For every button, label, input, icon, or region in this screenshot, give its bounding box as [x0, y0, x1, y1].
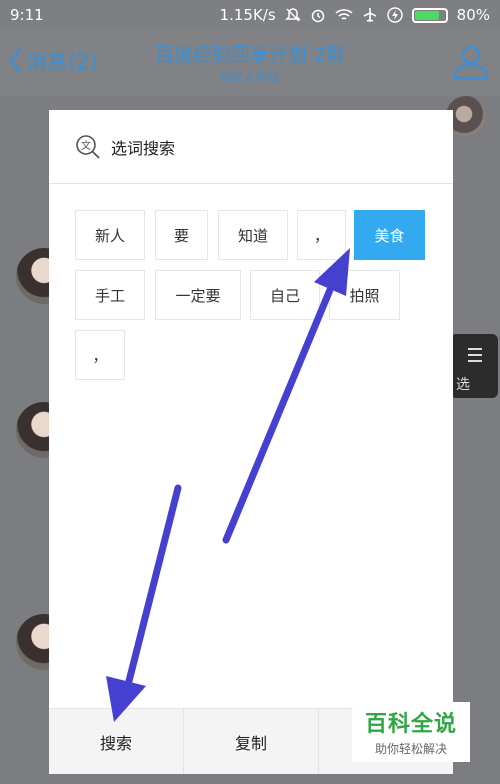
- airplane-icon: [363, 8, 377, 22]
- mute-icon: [284, 8, 301, 22]
- word-token[interactable]: 拍照: [329, 270, 400, 320]
- copy-button[interactable]: 复制: [184, 709, 319, 774]
- dialog-title: 选词搜索: [111, 138, 176, 158]
- alarm-icon: [311, 9, 324, 23]
- online-count: 692人在线: [220, 70, 280, 84]
- word-token[interactable]: ，: [75, 330, 125, 380]
- word-token[interactable]: 知道: [218, 210, 288, 260]
- watermark-logo: 百科全说 助你轻松解决: [352, 702, 470, 762]
- charging-icon: [386, 7, 403, 23]
- chat-title: 百度经验回享计划-2群: [155, 44, 345, 66]
- word-token[interactable]: ，: [297, 210, 346, 260]
- chat-header: 消息(2) 百度经验回享计划-2群 692人在线: [0, 30, 500, 96]
- word-search-dialog: 文 选词搜索 新人 要 知道 ， 美食 手工 一定要 自己 拍照 ， 搜索 复制: [49, 110, 453, 774]
- battery-icon: [411, 7, 448, 23]
- status-icons: 1.15K/s 80%: [220, 6, 490, 24]
- word-token[interactable]: 新人: [75, 210, 145, 260]
- side-chip-label: 选: [456, 377, 470, 393]
- search-text-icon: 文: [76, 134, 100, 159]
- wifi-icon: [335, 9, 353, 20]
- word-token[interactable]: 一定要: [155, 270, 241, 320]
- user-icon: [453, 45, 489, 80]
- side-select-chip[interactable]: 选: [450, 334, 498, 398]
- battery-percent: 80%: [456, 6, 490, 24]
- word-token[interactable]: 手工: [75, 270, 145, 320]
- svg-text:文: 文: [81, 139, 91, 152]
- watermark-title: 百科全说: [364, 712, 457, 737]
- group-profile-button[interactable]: [452, 44, 490, 84]
- watermark-subtitle: 助你轻松解决: [374, 742, 447, 756]
- status-bar: 9:11 1.15K/s 80%: [0, 0, 500, 30]
- status-time: 9:11: [10, 6, 44, 24]
- dialog-header: 文 选词搜索: [49, 110, 453, 184]
- word-token[interactable]: 自己: [250, 270, 320, 320]
- search-button[interactable]: 搜索: [49, 709, 184, 774]
- network-speed: 1.15K/s: [219, 6, 276, 24]
- word-token[interactable]: 要: [155, 210, 208, 260]
- word-token-selected[interactable]: 美食: [354, 210, 425, 260]
